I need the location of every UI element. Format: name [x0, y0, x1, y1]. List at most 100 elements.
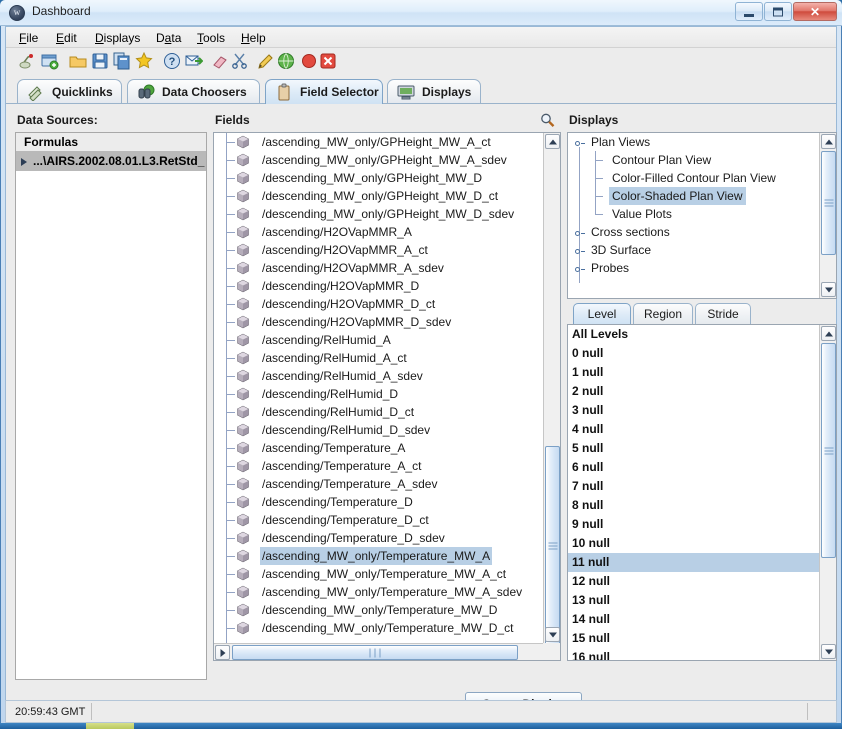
field-list-item[interactable]: /descending_MW_only/Temperature_MW_D [214, 601, 543, 619]
field-list-item[interactable]: /ascending_MW_only/GPHeight_MW_A_ct [214, 133, 543, 151]
eraser-icon[interactable] [211, 52, 229, 70]
display-tree-item[interactable]: Cross sections [568, 223, 819, 241]
tree-expand-handle-icon[interactable] [575, 246, 585, 255]
display-tree-item[interactable]: Color-Filled Contour Plan View [568, 169, 819, 187]
field-list-item[interactable]: /ascending/H2OVapMMR_A [214, 223, 543, 241]
field-list-item[interactable]: /ascending/H2OVapMMR_A_ct [214, 241, 543, 259]
help-icon[interactable]: ? [163, 52, 181, 70]
copy-icon[interactable] [113, 52, 131, 70]
tab-level[interactable]: Level [573, 303, 631, 324]
scroll-down-button[interactable] [821, 644, 836, 659]
level-list-item[interactable]: All Levels [568, 325, 819, 344]
field-list-item[interactable]: /ascending_MW_only/GPHeight_MW_A_sdev [214, 151, 543, 169]
level-list-item[interactable]: 2 null [568, 382, 819, 401]
level-list-item[interactable]: 7 null [568, 477, 819, 496]
field-list-item[interactable]: /descending_MW_only/GPHeight_MW_D [214, 169, 543, 187]
level-vertical-scrollbar[interactable] [819, 325, 836, 660]
field-list-item[interactable]: /ascending/Temperature_A_sdev [214, 475, 543, 493]
displays-vertical-scrollbar[interactable] [819, 133, 836, 298]
fields-scroll-thumb[interactable] [545, 446, 560, 646]
displays-scroll-thumb[interactable] [821, 151, 836, 255]
menu-help[interactable]: Help [236, 30, 271, 46]
level-list-item[interactable]: 8 null [568, 496, 819, 515]
field-list-item[interactable]: /ascending_MW_only/Temperature_MW_A [214, 547, 543, 565]
save-icon[interactable] [91, 52, 109, 70]
scroll-right-button[interactable] [215, 645, 230, 660]
scroll-down-button[interactable] [545, 627, 560, 642]
tab-quicklinks[interactable]: Quicklinks [17, 79, 122, 104]
field-list-item[interactable]: /ascending/H2OVapMMR_A_sdev [214, 259, 543, 277]
field-list-item[interactable]: /descending/RelHumid_D_sdev [214, 421, 543, 439]
data-source-item-airs[interactable]: ...\AIRS.2002.08.01.L3.RetStd_ [16, 152, 206, 171]
field-list-item[interactable]: /descending_MW_only/GPHeight_MW_D_ct [214, 187, 543, 205]
fields-list[interactable]: /ascending_MW_only/GPHeight_MW_A_ct/asce… [213, 132, 561, 661]
fields-horizontal-scrollbar[interactable] [214, 643, 543, 660]
display-tree-item[interactable]: Value Plots [568, 205, 819, 223]
pencil-icon[interactable] [257, 52, 275, 70]
level-list-item[interactable]: 14 null [568, 610, 819, 629]
export-mail-icon[interactable] [185, 52, 204, 70]
fields-vertical-scrollbar[interactable] [543, 133, 560, 646]
field-list-item[interactable]: /ascending/RelHumid_A [214, 331, 543, 349]
minimize-button[interactable] [735, 2, 763, 21]
level-list-item[interactable]: 3 null [568, 401, 819, 420]
scroll-up-button[interactable] [545, 134, 560, 149]
field-list-item[interactable]: /descending/Temperature_D_ct [214, 511, 543, 529]
data-sources-list[interactable]: Formulas ...\AIRS.2002.08.01.L3.RetStd_ [15, 132, 207, 680]
field-list-item[interactable]: /descending/H2OVapMMR_D_sdev [214, 313, 543, 331]
tab-stride[interactable]: Stride [695, 303, 751, 324]
menu-displays[interactable]: Displays [90, 30, 145, 46]
scroll-up-button[interactable] [821, 326, 836, 341]
field-list-item[interactable]: /ascending_MW_only/Temperature_MW_A_ct [214, 565, 543, 583]
display-tree-item[interactable]: 3D Surface [568, 241, 819, 259]
level-list-item[interactable]: 6 null [568, 458, 819, 477]
level-scroll-thumb[interactable] [821, 343, 836, 558]
tree-expand-handle-icon[interactable] [575, 264, 585, 273]
level-list-item[interactable]: 0 null [568, 344, 819, 363]
field-list-item[interactable]: /descending/RelHumid_D_ct [214, 403, 543, 421]
scroll-down-button[interactable] [821, 282, 836, 297]
new-window-icon[interactable] [41, 52, 59, 70]
field-list-item[interactable]: /descending_MW_only/Temperature_MW_D_ct [214, 619, 543, 637]
field-list-item[interactable]: /descending/H2OVapMMR_D_ct [214, 295, 543, 313]
tab-field-selector[interactable]: Field Selector [265, 79, 383, 104]
field-list-item[interactable]: /ascending/RelHumid_A_sdev [214, 367, 543, 385]
scroll-up-button[interactable] [821, 134, 836, 149]
menu-file[interactable]: File [14, 30, 43, 46]
globe-icon[interactable] [277, 52, 295, 70]
maximize-button[interactable] [764, 2, 792, 21]
field-list-item[interactable]: /descending/Temperature_D_sdev [214, 529, 543, 547]
scissors-icon[interactable] [231, 52, 249, 70]
field-list-item[interactable]: /descending_MW_only/GPHeight_MW_D_sdev [214, 205, 543, 223]
menu-data[interactable]: Data [151, 30, 186, 46]
display-tree-item[interactable]: Probes [568, 259, 819, 277]
display-tree-item[interactable]: Contour Plan View [568, 151, 819, 169]
expand-triangle-icon[interactable] [21, 158, 27, 166]
field-list-item[interactable]: /ascending/Temperature_A [214, 439, 543, 457]
fields-tree[interactable]: /ascending_MW_only/GPHeight_MW_A_ct/asce… [214, 133, 543, 643]
level-list-item[interactable]: 11 null [568, 553, 819, 572]
display-tree-item[interactable]: Plan Views [568, 133, 819, 151]
level-list-item[interactable]: 10 null [568, 534, 819, 553]
data-source-item-formulas[interactable]: Formulas [16, 133, 206, 152]
tab-region[interactable]: Region [633, 303, 693, 324]
display-tree-item[interactable]: Color-Shaded Plan View [568, 187, 819, 205]
level-list-item[interactable]: 16 null [568, 648, 819, 660]
magnifier-icon[interactable] [539, 112, 556, 129]
level-list-item[interactable]: 12 null [568, 572, 819, 591]
tab-displays[interactable]: Displays [387, 79, 481, 104]
field-list-item[interactable]: /descending/RelHumid_D [214, 385, 543, 403]
menu-edit[interactable]: Edit [51, 30, 82, 46]
fields-hscroll-thumb[interactable] [232, 645, 518, 660]
level-list-item[interactable]: 1 null [568, 363, 819, 382]
record-icon[interactable] [300, 52, 318, 70]
delete-icon[interactable] [319, 52, 337, 70]
favorite-star-icon[interactable] [135, 51, 153, 70]
field-list-item[interactable]: /ascending/Temperature_A_ct [214, 457, 543, 475]
close-button[interactable]: ✕ [793, 2, 837, 21]
tree-expand-handle-icon[interactable] [575, 138, 585, 147]
field-list-item[interactable]: /ascending_MW_only/Temperature_MW_A_sdev [214, 583, 543, 601]
level-list-item[interactable]: 4 null [568, 420, 819, 439]
displays-tree[interactable]: Plan Views Contour Plan View Color-Filled … [567, 132, 837, 299]
level-list-item[interactable]: 13 null [568, 591, 819, 610]
